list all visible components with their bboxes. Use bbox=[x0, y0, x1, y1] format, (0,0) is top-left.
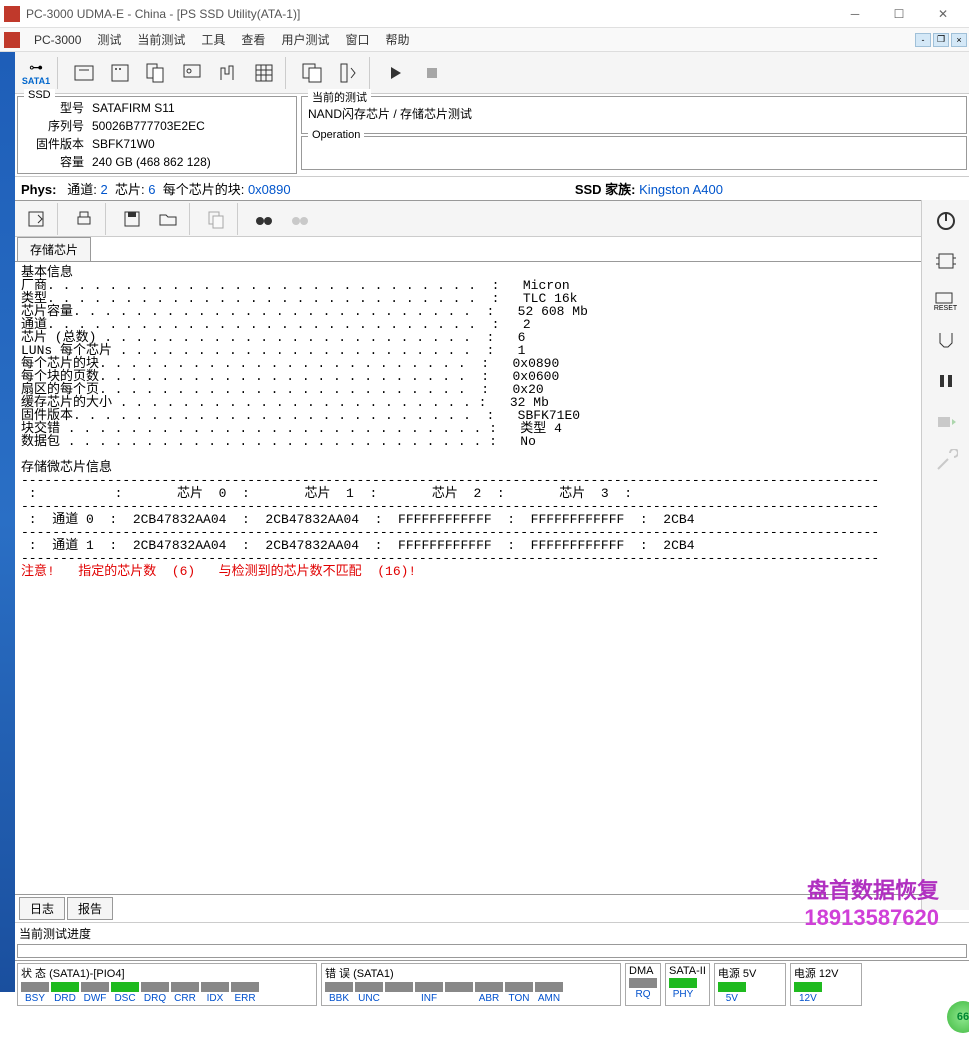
stop-button[interactable] bbox=[415, 55, 449, 91]
toolbar-icon[interactable] bbox=[67, 55, 101, 91]
menu-item[interactable]: 用户测试 bbox=[273, 29, 337, 50]
menu-item[interactable]: 当前测试 bbox=[129, 29, 193, 50]
toolbar-icon[interactable] bbox=[295, 55, 329, 91]
toolbar-icon[interactable] bbox=[247, 55, 281, 91]
window-title: PC-3000 UDMA-E - China - [PS SSD Utility… bbox=[26, 7, 833, 21]
status-pwr12-group: 电源 12V 12V bbox=[790, 963, 862, 1006]
titlebar: PC-3000 UDMA-E - China - [PS SSD Utility… bbox=[0, 0, 969, 28]
export-icon[interactable] bbox=[19, 201, 53, 237]
temperature-badge: 66 bbox=[947, 1001, 969, 1033]
status-bar: 状 态 (SATA1)-[PIO4] BSYDRDDWFDSCDRQCRRIDX… bbox=[15, 960, 969, 1008]
mdi-restore-button[interactable]: ❐ bbox=[933, 33, 949, 47]
save-icon[interactable] bbox=[115, 201, 149, 237]
menu-item[interactable]: 测试 bbox=[89, 29, 129, 50]
tab-log[interactable]: 日志 bbox=[19, 897, 65, 920]
toolbar-icon[interactable] bbox=[103, 55, 137, 91]
binoculars-icon[interactable] bbox=[247, 201, 281, 237]
main-toolbar: ⊶SATA1 bbox=[15, 52, 969, 94]
info-text-area: 基本信息 厂商. . . . . . . . . . . . . . . . .… bbox=[15, 262, 969, 894]
right-button-strip: RESET bbox=[921, 200, 969, 910]
pause-icon[interactable] bbox=[926, 364, 966, 398]
ssd-legend: SSD bbox=[24, 89, 55, 101]
tab-row: 存储芯片 bbox=[15, 237, 969, 262]
toolbar-icon[interactable] bbox=[211, 55, 245, 91]
status-state-group: 状 态 (SATA1)-[PIO4] BSYDRDDWFDSCDRQCRRIDX… bbox=[17, 963, 317, 1006]
menu-app[interactable]: PC-3000 bbox=[26, 31, 89, 49]
current-test-panel: 当前的测试 NAND闪存芯片 / 存储芯片测试 bbox=[301, 96, 967, 134]
operation-panel: Operation bbox=[301, 136, 967, 170]
menubar: PC-3000 测试 当前测试 工具 查看 用户测试 窗口 帮助 - ❐ × bbox=[0, 28, 969, 52]
binoculars-next-icon[interactable] bbox=[283, 201, 317, 237]
current-test-text: NAND闪存芯片 / 存储芯片测试 bbox=[308, 99, 960, 122]
status-sata2-group: SATA-II PHY bbox=[665, 963, 710, 1006]
tab-report[interactable]: 报告 bbox=[67, 897, 113, 920]
tab-storage-chip[interactable]: 存储芯片 bbox=[17, 237, 91, 261]
reset-button[interactable]: RESET bbox=[926, 284, 966, 318]
connector-icon[interactable] bbox=[926, 324, 966, 358]
sata-button[interactable]: ⊶SATA1 bbox=[19, 55, 53, 91]
progress-bar bbox=[17, 944, 967, 958]
close-button[interactable]: ✕ bbox=[921, 0, 965, 28]
app-icon bbox=[4, 6, 20, 22]
phys-bar: Phys: 通道: 2 芯片: 6 每个芯片的块: 0x0890 SSD 家族:… bbox=[15, 177, 969, 201]
toolbar-icon[interactable] bbox=[139, 55, 173, 91]
status-dma-group: DMA RQ bbox=[625, 963, 661, 1006]
copy-icon[interactable] bbox=[199, 201, 233, 237]
power-icon[interactable] bbox=[926, 204, 966, 238]
tools-icon[interactable] bbox=[926, 444, 966, 478]
open-icon[interactable] bbox=[151, 201, 185, 237]
toolbar-icon[interactable] bbox=[175, 55, 209, 91]
secondary-toolbar bbox=[15, 201, 969, 237]
print-icon[interactable] bbox=[67, 201, 101, 237]
menu-item[interactable]: 工具 bbox=[193, 29, 233, 50]
watermark: 盘首数据恢复 18913587620 bbox=[804, 873, 939, 931]
menu-item[interactable]: 帮助 bbox=[377, 29, 417, 50]
mdi-minimize-button[interactable]: - bbox=[915, 33, 931, 47]
app-icon-small bbox=[4, 32, 20, 48]
status-error-group: 错 误 (SATA1) BBKUNCINFABRTONAMN bbox=[321, 963, 621, 1006]
menu-item[interactable]: 窗口 bbox=[337, 29, 377, 50]
menu-item[interactable]: 查看 bbox=[233, 29, 273, 50]
minimize-button[interactable]: ─ bbox=[833, 0, 877, 28]
ssd-info-panel: SSD 型号SATAFIRM S11 序列号50026B777703E2EC 固… bbox=[17, 96, 297, 174]
status-pwr5-group: 电源 5V 5V bbox=[714, 963, 786, 1006]
mdi-close-button[interactable]: × bbox=[951, 33, 967, 47]
toolbar-icon[interactable] bbox=[331, 55, 365, 91]
play-button[interactable] bbox=[379, 55, 413, 91]
left-sidebar-strip bbox=[0, 52, 15, 992]
chip-icon[interactable] bbox=[926, 244, 966, 278]
chip-run-icon[interactable] bbox=[926, 404, 966, 438]
maximize-button[interactable]: ☐ bbox=[877, 0, 921, 28]
